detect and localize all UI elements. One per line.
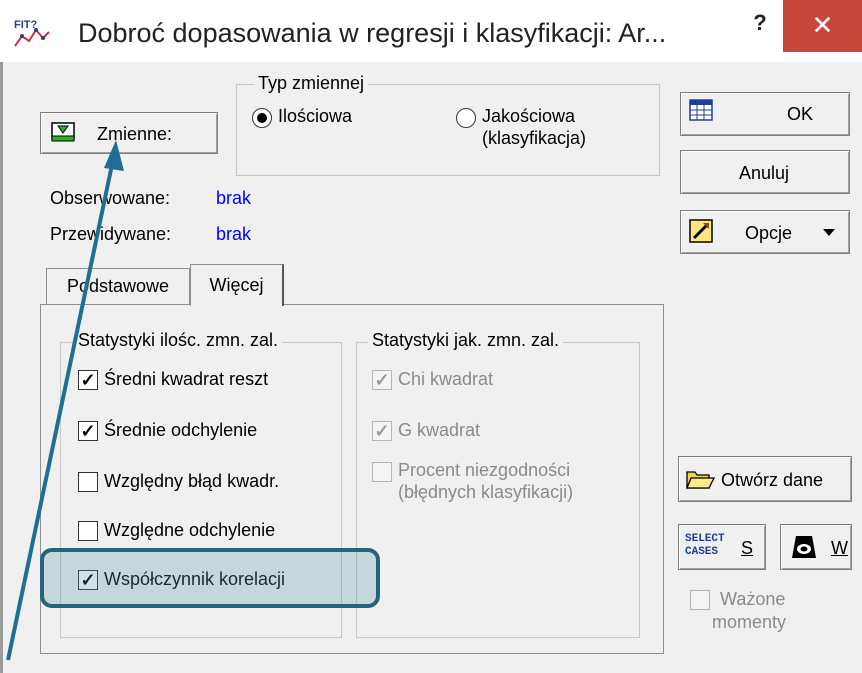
screenshot-canvas: FIT? Dobroć dopasowania w regresji i kla… xyxy=(0,0,862,673)
annotation-arrow-icon xyxy=(6,140,124,661)
tab-wiecej[interactable]: Więcej xyxy=(190,264,284,306)
tab-wiecej-label: Więcej xyxy=(209,275,264,295)
